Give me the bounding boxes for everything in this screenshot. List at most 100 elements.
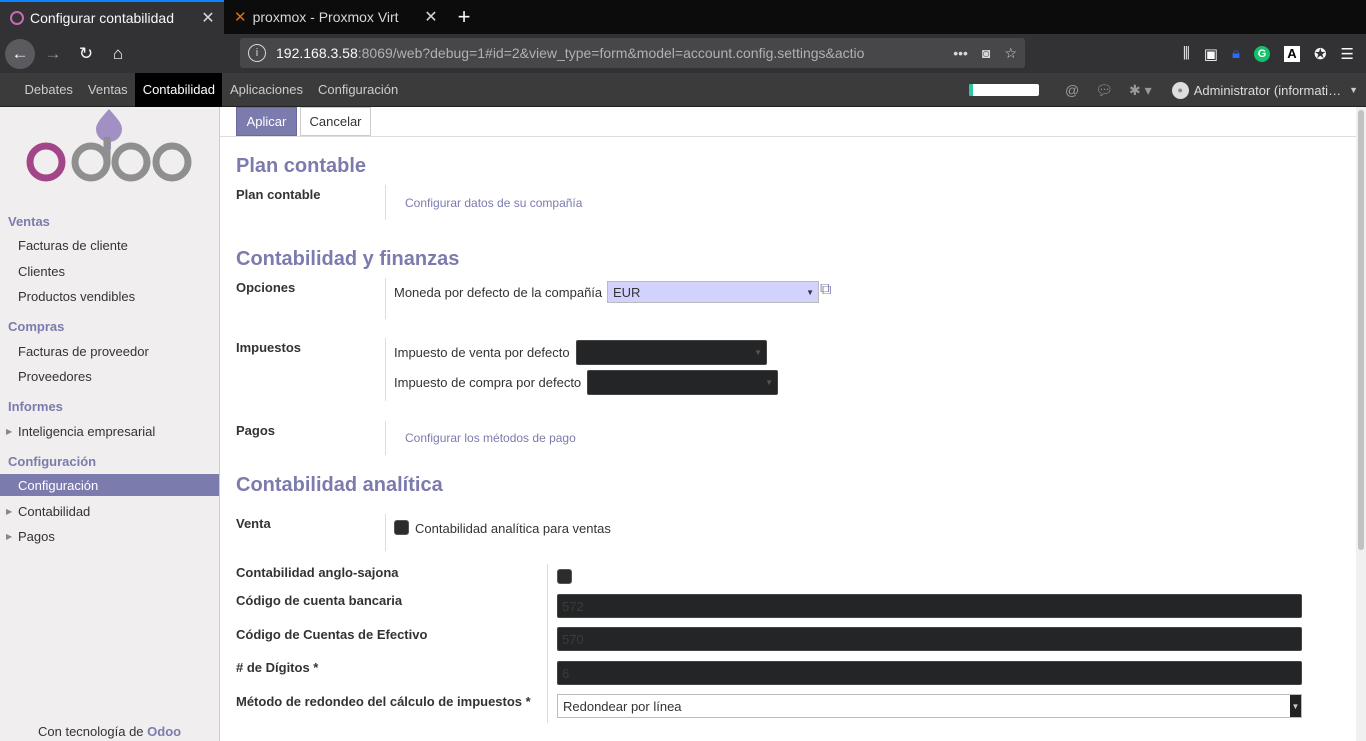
purchase-tax-select[interactable]: ▼ <box>587 370 778 395</box>
analytic-sales-checkbox[interactable] <box>394 520 409 535</box>
cancel-button[interactable]: Cancelar <box>300 107 371 136</box>
sidebar-item-inteligencia[interactable]: Inteligencia empresarial <box>18 424 155 439</box>
back-arrow-icon[interactable]: ← <box>5 38 35 69</box>
rounding-select[interactable]: Redondear por línea ▼ <box>557 694 1302 718</box>
odoo-logo <box>26 109 192 182</box>
divider <box>385 278 386 319</box>
tab-title: proxmox - Proxmox Virt <box>252 9 399 25</box>
external-link-icon[interactable]: ⧉ <box>820 281 831 299</box>
debug-bug-icon[interactable]: ✱ ▾ <box>1129 82 1152 99</box>
dropdown-arrow-icon: ▼ <box>765 378 773 387</box>
avatar[interactable]: ● <box>1171 81 1189 99</box>
bank-code-label: Código de cuenta bancaria <box>236 593 403 608</box>
font-extension-icon[interactable]: A <box>1283 45 1300 62</box>
user-menu-caret-icon[interactable]: ▼ <box>1349 85 1358 95</box>
powered-by: Con tecnología de Odoo <box>38 724 182 739</box>
bank-code-input[interactable]: 572 <box>557 594 1302 618</box>
proxmox-favicon-icon: ✕ <box>234 9 247 26</box>
expand-caret-icon[interactable]: ▶ <box>6 507 12 516</box>
plan-label: Plan contable <box>236 187 321 202</box>
extension-icon[interactable]: ✪ <box>1314 45 1327 63</box>
close-tab-icon[interactable]: ✕ <box>200 8 216 28</box>
digits-label: # de Dígitos * <box>236 660 319 675</box>
options-label: Opciones <box>236 280 296 295</box>
section-heading-finance: Contabilidad y finanzas <box>236 248 460 270</box>
configure-payments-link[interactable]: Configurar los métodos de pago <box>405 431 576 445</box>
divider <box>385 421 386 455</box>
menu-aplicaciones[interactable]: Aplicaciones <box>222 73 310 107</box>
dropdown-arrow-icon: ▼ <box>806 287 814 297</box>
sidebar-item-pagos[interactable]: Pagos <box>18 529 55 544</box>
user-menu[interactable]: Administrator (informati… <box>1194 83 1341 98</box>
odoo-top-menu: Debates Ventas Contabilidad Aplicaciones… <box>0 72 1366 107</box>
lock-extension-icon[interactable]: 🔒︎ <box>1232 45 1240 62</box>
digits-input[interactable]: 6 <box>557 661 1302 685</box>
sidebar-section-configuracion[interactable]: Configuración <box>8 454 96 469</box>
page-actions-icon[interactable]: ••• <box>953 45 968 62</box>
url-text[interactable]: 192.168.3.58:8069/web?debug=1#id=2&view_… <box>276 45 943 61</box>
sidebar: Ventas Facturas de cliente Clientes Prod… <box>0 107 220 741</box>
url-bar[interactable]: i 192.168.3.58:8069/web?debug=1#id=2&vie… <box>240 38 1025 68</box>
currency-label: Moneda por defecto de la compañía <box>394 285 603 300</box>
sidebar-section-ventas[interactable]: Ventas <box>8 214 50 229</box>
sidebar-section-compras[interactable]: Compras <box>8 319 64 334</box>
close-tab-icon[interactable]: ✕ <box>423 7 439 27</box>
sidebar-item-productos[interactable]: Productos vendibles <box>18 289 135 304</box>
expand-caret-icon[interactable]: ▶ <box>6 427 12 436</box>
browser-tab-proxmox[interactable]: ✕ proxmox - Proxmox Virt ✕ <box>224 0 447 34</box>
odoo-link[interactable]: Odoo <box>147 724 181 739</box>
button-bar: Aplicar Cancelar <box>220 107 1356 137</box>
section-heading-analytic: Contabilidad analítica <box>236 474 443 496</box>
taxes-label: Impuestos <box>236 340 302 355</box>
menu-contabilidad[interactable]: Contabilidad <box>135 72 223 107</box>
sidebar-item-clientes[interactable]: Clientes <box>18 264 65 279</box>
sale-tax-select[interactable]: ▼ <box>576 340 767 365</box>
planner-progress-bar[interactable] <box>969 84 1040 96</box>
reload-icon[interactable]: ↻ <box>71 39 101 69</box>
sidebar-section-informes[interactable]: Informes <box>8 399 63 414</box>
chat-bubbles-icon[interactable]: 💬︎ <box>1095 82 1113 99</box>
dropdown-arrow-icon: ▼ <box>754 348 762 357</box>
new-tab-icon[interactable]: + <box>447 0 481 34</box>
sidebar-item-proveedores[interactable]: Proveedores <box>18 369 92 384</box>
sidebar-toggle-icon[interactable]: ▣ <box>1204 45 1218 63</box>
library-icon[interactable]: ⫼ <box>1183 45 1190 62</box>
currency-select[interactable]: EUR ▼ <box>607 281 819 303</box>
menu-hamburger-icon[interactable]: ☰ <box>1341 45 1354 63</box>
expand-caret-icon[interactable]: ▶ <box>6 532 12 541</box>
menu-debates[interactable]: Debates <box>17 73 80 107</box>
pocket-icon[interactable]: ◙ <box>982 45 990 62</box>
browser-tab-odoo[interactable]: Configurar contabilidad ✕ <box>0 0 224 34</box>
sidebar-item-facturas-cliente[interactable]: Facturas de cliente <box>18 238 128 253</box>
menu-ventas[interactable]: Ventas <box>80 73 135 107</box>
divider <box>547 564 548 723</box>
cash-code-input[interactable]: 570 <box>557 627 1302 651</box>
sidebar-item-contabilidad[interactable]: Contabilidad <box>18 504 90 519</box>
menu-configuracion[interactable]: Configuración <box>310 73 405 107</box>
section-heading-plan: Plan contable <box>236 155 367 177</box>
sidebar-item-configuracion[interactable]: Configuración <box>0 474 219 496</box>
odoo-favicon-icon <box>10 11 24 25</box>
divider <box>385 185 386 220</box>
configure-company-link[interactable]: Configurar datos de su compañía <box>405 196 582 210</box>
tab-title: Configurar contabilidad <box>30 10 174 26</box>
cash-code-label: Código de Cuentas de Efectivo <box>236 627 428 642</box>
divider <box>385 338 386 401</box>
sidebar-item-facturas-proveedor[interactable]: Facturas de proveedor <box>18 344 149 359</box>
apply-button[interactable]: Aplicar <box>236 107 297 136</box>
anglo-saxon-label: Contabilidad anglo-sajona <box>236 565 399 580</box>
forward-arrow-icon[interactable]: → <box>38 39 68 69</box>
divider <box>385 514 386 551</box>
bookmark-star-icon[interactable]: ☆ <box>1004 45 1017 62</box>
payments-label: Pagos <box>236 423 276 438</box>
anglo-saxon-checkbox[interactable] <box>557 569 572 584</box>
home-icon[interactable]: ⌂ <box>103 39 133 69</box>
at-mention-icon[interactable]: @ <box>1065 82 1079 98</box>
sale-tax-label: Impuesto de venta por defecto <box>394 345 570 360</box>
site-info-icon[interactable]: i <box>248 44 266 62</box>
sale-analytic-label: Venta <box>236 516 271 531</box>
browser-tab-bar: Configurar contabilidad ✕ ✕ proxmox - Pr… <box>0 0 1366 34</box>
page-scrollbar[interactable] <box>1356 107 1366 741</box>
dropdown-arrow-icon: ▼ <box>1290 695 1301 717</box>
grammarly-icon[interactable]: G <box>1253 45 1270 62</box>
